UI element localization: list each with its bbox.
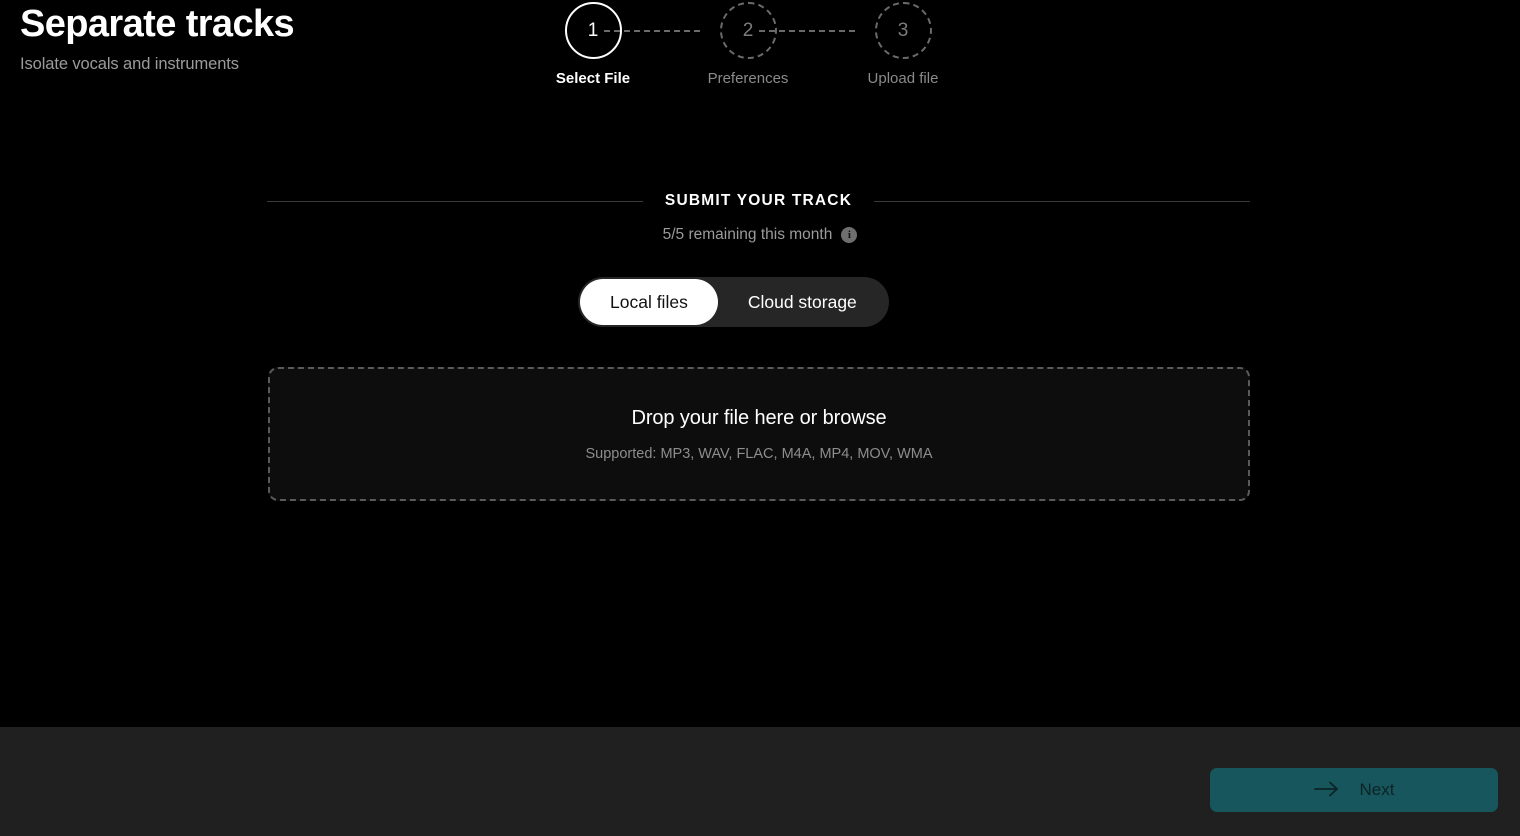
quota-row: 5/5 remaining this month i bbox=[0, 224, 1520, 246]
source-toggle: Local files Cloud storage bbox=[578, 277, 889, 327]
section-heading: SUBMIT YOUR TRACK bbox=[664, 192, 853, 209]
step-number-circle-3: 3 bbox=[874, 2, 932, 59]
quota-text: 5/5 remaining this month bbox=[662, 226, 833, 243]
next-button-label: Next bbox=[1359, 780, 1395, 799]
divider-line-right bbox=[874, 200, 1251, 202]
submit-your-track-divider: SUBMIT YOUR TRACK bbox=[267, 186, 1251, 216]
stepper-step-select-file[interactable]: 1 Select File bbox=[518, 2, 668, 89]
title-block: Separate tracks Isolate vocals and instr… bbox=[20, 0, 295, 75]
progress-stepper: 1 Select File 2 Preferences 3 Upload fil… bbox=[540, 2, 980, 97]
dropzone-supported-formats: Supported: MP3, WAV, FLAC, M4A, MP4, MOV… bbox=[585, 446, 933, 462]
step-label-2: Preferences bbox=[707, 70, 789, 87]
step-label-3: Upload file bbox=[867, 70, 939, 87]
toggle-option-local-files[interactable]: Local files bbox=[580, 279, 718, 325]
divider-line-left bbox=[267, 200, 643, 202]
step-number-circle-1: 1 bbox=[564, 2, 622, 59]
stepper-step-upload-file[interactable]: 3 Upload file bbox=[828, 2, 978, 89]
page-subtitle: Isolate vocals and instruments bbox=[20, 55, 239, 73]
separate-tracks-page: Separate tracks Isolate vocals and instr… bbox=[0, 0, 1520, 836]
step-label-1: Select File bbox=[555, 70, 631, 87]
toggle-option-cloud-storage[interactable]: Cloud storage bbox=[718, 279, 887, 325]
page-title: Separate tracks bbox=[20, 3, 295, 45]
step-number-circle-2: 2 bbox=[719, 2, 777, 59]
arrow-right-icon bbox=[1313, 780, 1340, 801]
page-header: Separate tracks Isolate vocals and instr… bbox=[0, 0, 1520, 110]
dropzone-title: Drop your file here or browse bbox=[631, 407, 887, 429]
file-dropzone[interactable]: Drop your file here or browse Supported:… bbox=[268, 367, 1250, 501]
next-button[interactable]: Next bbox=[1210, 768, 1498, 812]
info-icon[interactable]: i bbox=[841, 227, 858, 243]
stepper-step-preferences[interactable]: 2 Preferences bbox=[673, 2, 823, 89]
page-footer: Next bbox=[0, 727, 1520, 836]
